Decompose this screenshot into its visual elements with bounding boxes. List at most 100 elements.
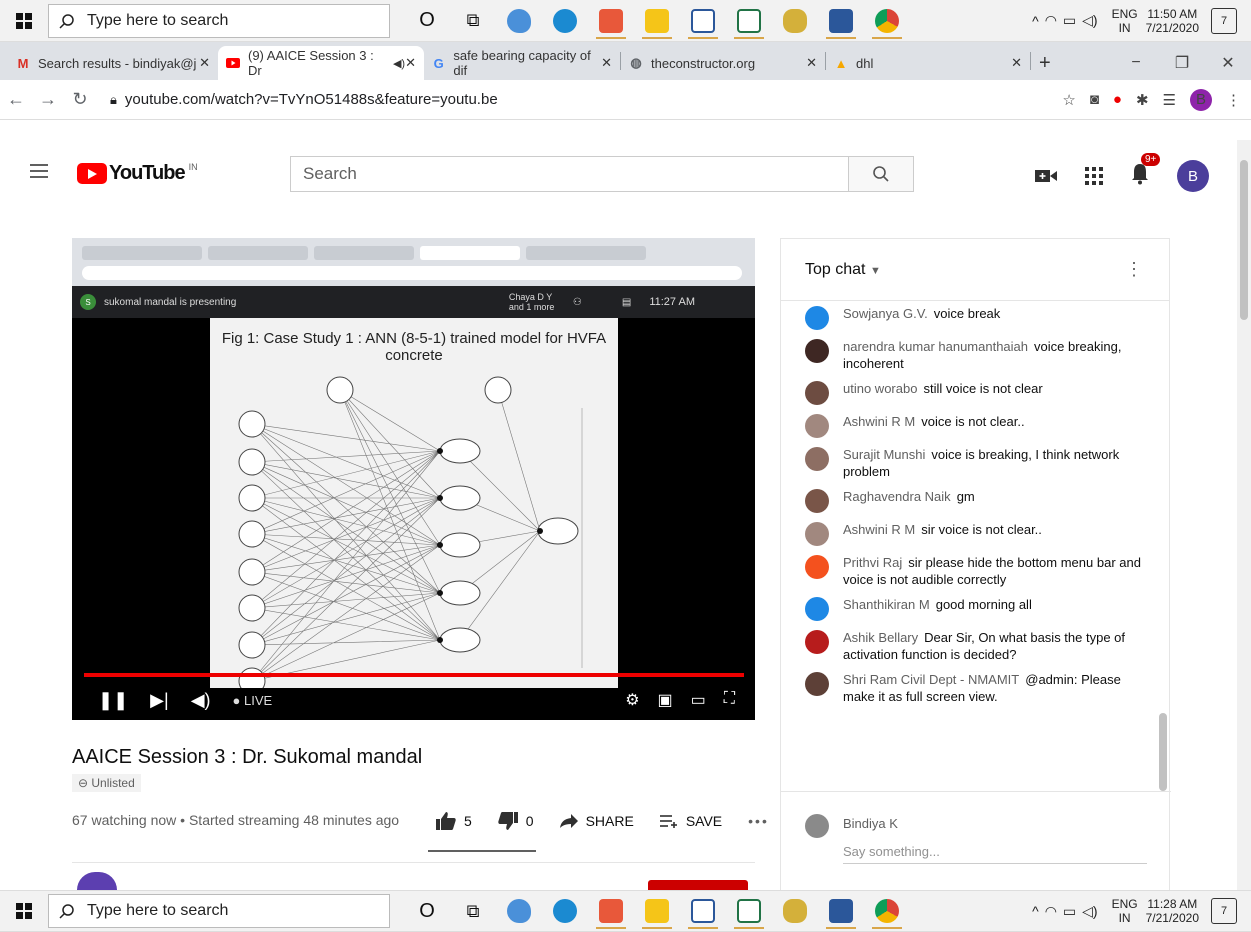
save-button[interactable]: SAVE <box>659 813 722 829</box>
close-tab-icon[interactable]: ✕ <box>1011 55 1022 71</box>
taskbar-search-input[interactable]: Type here to search <box>48 3 390 38</box>
tab-youtube[interactable]: (9) AAICE Session 3 : Dr ◀) ✕ <box>218 46 424 80</box>
cortana-icon[interactable]: O <box>404 891 450 931</box>
clock[interactable]: 11:50 AM 7/21/2020 <box>1146 7 1199 35</box>
more-actions-icon[interactable]: ••• <box>748 813 769 829</box>
chat-message[interactable]: Shanthikiran M good morning all <box>781 592 1171 625</box>
shell-app-icon[interactable] <box>496 1 542 41</box>
close-tab-icon[interactable]: ✕ <box>806 55 817 71</box>
presentation-app-icon[interactable] <box>588 1 634 41</box>
youtube-account-avatar[interactable]: B <box>1177 160 1209 192</box>
start-button[interactable] <box>0 890 48 932</box>
chat-message[interactable]: Prithvi Raj sir please hide the bottom me… <box>781 550 1171 592</box>
word-icon[interactable] <box>818 891 864 931</box>
chrome-icon[interactable] <box>864 1 910 41</box>
chat-message[interactable]: Ashik Bellary Dear Sir, On what basis the… <box>781 625 1171 667</box>
close-tab-icon[interactable]: ✕ <box>405 55 416 71</box>
lastpass-extension-icon[interactable]: ● <box>1113 91 1122 108</box>
close-tab-icon[interactable]: ✕ <box>601 55 612 71</box>
fullscreen-icon[interactable]: ⛶ <box>724 690 735 710</box>
chrome-menu-icon[interactable]: ⋮ <box>1226 91 1241 109</box>
next-icon[interactable]: ▶| <box>150 690 169 711</box>
language-indicator[interactable]: ENG IN <box>1112 897 1138 925</box>
profile-avatar[interactable]: B <box>1190 88 1212 111</box>
shell-app-icon[interactable] <box>496 891 542 931</box>
video-progress-bar[interactable] <box>84 673 744 677</box>
audio-playing-icon[interactable]: ◀) <box>393 57 405 70</box>
task-view-icon[interactable]: ⧉ <box>450 1 496 41</box>
video-player[interactable]: S sukomal mandal is presenting Chaya D Y… <box>72 238 755 720</box>
page-scrollbar[interactable] <box>1237 140 1251 890</box>
paint-icon[interactable] <box>772 1 818 41</box>
chrome-icon[interactable] <box>864 891 910 931</box>
word-icon[interactable] <box>818 1 864 41</box>
volume-icon[interactable]: ◁) <box>1082 12 1097 29</box>
reading-list-icon[interactable]: ☰ <box>1163 91 1176 109</box>
lock-icon[interactable]: 🔒︎ <box>110 92 117 108</box>
clock[interactable]: 11:28 AM 7/21/2020 <box>1146 897 1199 925</box>
tab-gmail[interactable]: M Search results - bindiyak@j ✕ <box>8 46 218 80</box>
wifi-icon[interactable]: ◠ <box>1045 12 1057 29</box>
volume-icon[interactable]: ◁) <box>1082 903 1097 920</box>
like-button[interactable]: 5 <box>436 812 472 830</box>
forward-icon[interactable]: → <box>32 89 64 110</box>
notification-center-icon[interactable]: 7 <box>1211 7 1237 34</box>
cortana-icon[interactable]: O <box>404 1 450 41</box>
reload-icon[interactable]: ↻ <box>64 89 96 110</box>
tray-chevron-icon[interactable]: ^ <box>1032 903 1039 919</box>
start-button[interactable] <box>0 0 48 42</box>
back-icon[interactable]: ← <box>0 89 32 110</box>
battery-icon[interactable]: ▭ <box>1063 12 1076 29</box>
live-indicator[interactable]: ● LIVE <box>233 693 273 708</box>
puzzle-extensions-icon[interactable]: ✱ <box>1136 91 1149 109</box>
create-video-icon[interactable] <box>1035 168 1057 184</box>
word-doc-app-icon[interactable] <box>680 1 726 41</box>
chat-message[interactable]: narendra kumar hanumanthaiah voice breaki… <box>781 334 1171 376</box>
chat-message[interactable]: Surajit Munshi voice is breaking, I think… <box>781 442 1171 484</box>
chat-scrollbar[interactable] <box>1159 713 1167 791</box>
wifi-icon[interactable]: ◠ <box>1045 903 1057 920</box>
miniplayer-icon[interactable]: ▣ <box>658 690 673 710</box>
chat-message[interactable]: Ashwini R M voice is not clear.. <box>781 409 1171 442</box>
tray-chevron-icon[interactable]: ^ <box>1032 13 1039 29</box>
hamburger-menu-icon[interactable] <box>30 164 48 182</box>
chat-mode-selector[interactable]: Top chat ▼ <box>805 261 881 279</box>
close-window-icon[interactable]: ✕ <box>1205 53 1251 73</box>
channel-avatar[interactable] <box>77 872 117 890</box>
youtube-logo[interactable]: YouTube IN <box>77 162 198 185</box>
share-button[interactable]: SHARE <box>559 813 634 829</box>
scrollbar-thumb[interactable] <box>1240 160 1248 320</box>
url-field[interactable]: 🔒︎ youtube.com/watch?v=TvYnO51488s&featu… <box>102 85 1032 115</box>
taskbar-search-input[interactable]: Type here to search <box>48 894 390 928</box>
excel-icon[interactable] <box>726 891 772 931</box>
new-tab-button[interactable]: + <box>1031 46 1061 80</box>
word-doc-app-icon[interactable] <box>680 891 726 931</box>
notifications-bell-icon[interactable]: 9+ <box>1131 152 1161 190</box>
chat-message[interactable]: Sowjanya G.V. voice break <box>781 301 1171 334</box>
volume-icon[interactable]: ◀) <box>191 690 211 711</box>
chat-more-icon[interactable]: ⋮ <box>1125 259 1143 280</box>
language-indicator[interactable]: ENG IN <box>1112 7 1138 35</box>
bookmark-star-icon[interactable]: ☆ <box>1062 91 1075 109</box>
subscribe-button[interactable] <box>648 880 748 890</box>
tab-theconstructor[interactable]: ◍ theconstructor.org ✕ <box>621 46 825 80</box>
apps-grid-icon[interactable] <box>1085 167 1103 185</box>
pause-icon[interactable]: ❚❚ <box>98 690 128 711</box>
restore-icon[interactable]: ❐ <box>1159 53 1205 73</box>
battery-icon[interactable]: ▭ <box>1063 903 1076 920</box>
presentation-app-icon[interactable] <box>588 891 634 931</box>
tab-google-search[interactable]: G safe bearing capacity of dif ✕ <box>424 46 620 80</box>
file-explorer-icon[interactable] <box>634 891 680 931</box>
youtube-search-input[interactable]: Search <box>290 156 848 192</box>
paint-icon[interactable] <box>772 891 818 931</box>
tab-dhl[interactable]: ▲ dhl ✕ <box>826 46 1030 80</box>
chat-message[interactable]: Shri Ram Civil Dept - NMAMIT @admin: Plea… <box>781 667 1171 709</box>
chat-input[interactable]: Say something... <box>843 840 1147 864</box>
edge-icon[interactable] <box>542 1 588 41</box>
notification-center-icon[interactable]: 7 <box>1211 898 1237 924</box>
extension-icon[interactable]: ◙ <box>1090 91 1099 108</box>
chat-message[interactable]: Ashwini R M sir voice is not clear.. <box>781 517 1171 550</box>
close-tab-icon[interactable]: ✕ <box>199 55 210 71</box>
settings-gear-icon[interactable]: ⚙ <box>625 690 639 710</box>
youtube-search-button[interactable] <box>848 156 914 192</box>
